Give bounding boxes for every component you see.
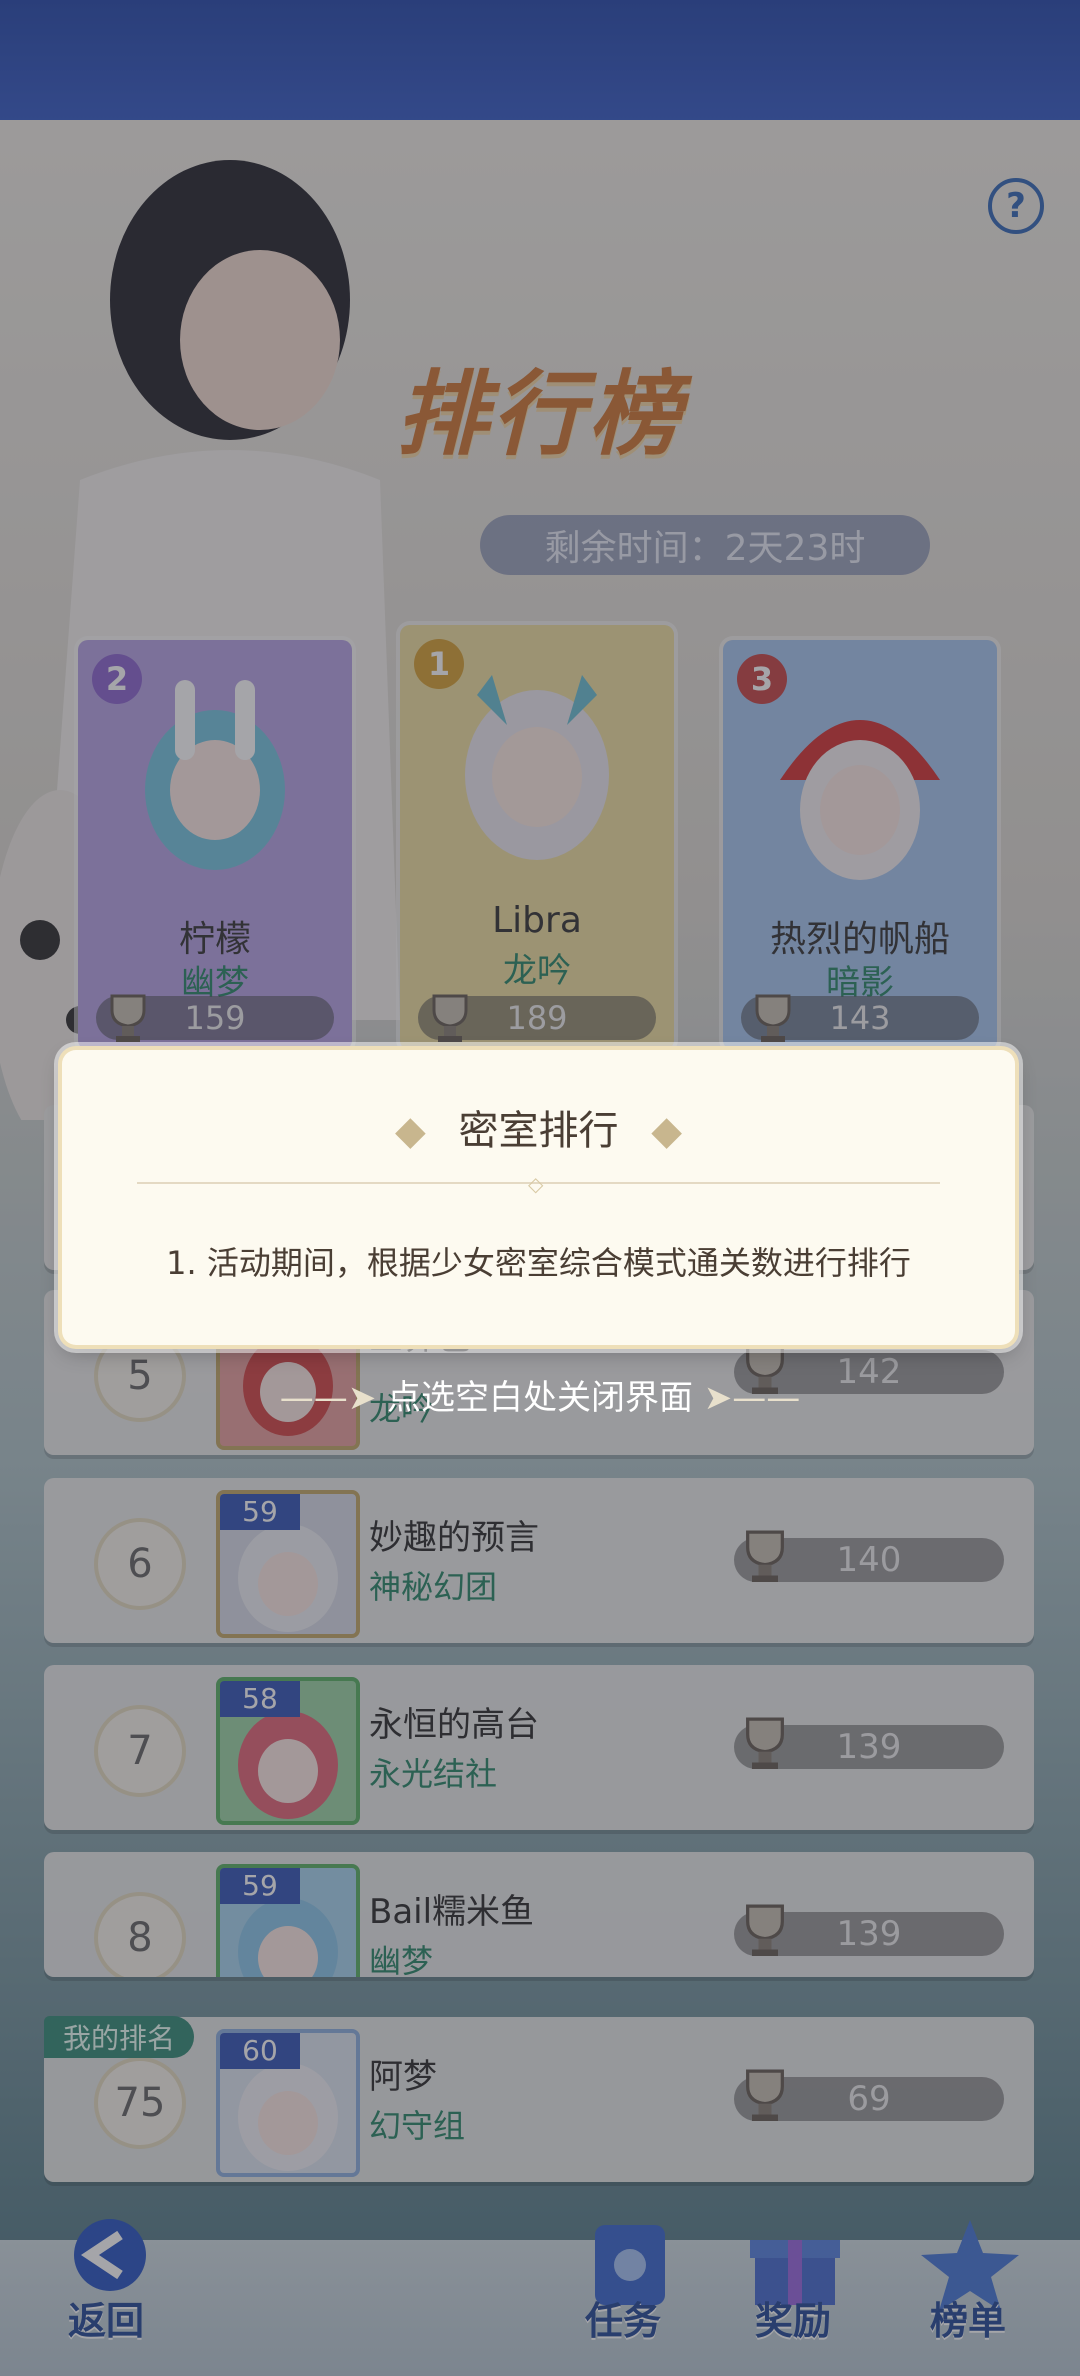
guild-name: 幽梦: [369, 1942, 434, 1977]
remaining-time: 剩余时间： 2天23时: [480, 515, 930, 575]
timer-colon: ：: [688, 528, 725, 569]
close-hint[interactable]: ——➤ 点选空白处关闭界面 ➤——: [0, 1370, 1080, 1419]
diamond-left-icon: ◆: [395, 1108, 426, 1154]
character-portrait: [780, 720, 940, 880]
level-badge: 60: [220, 2033, 300, 2069]
diamond-right-icon: ◆: [651, 1108, 682, 1154]
level-badge: 58: [220, 1681, 300, 1717]
dialog-title: 密室排行: [458, 1108, 619, 1154]
podium-card-2[interactable]: 2 柠檬 幽梦 159: [78, 640, 352, 1050]
score-pill: 159: [96, 994, 334, 1042]
player-name: 阿梦: [369, 2057, 437, 2097]
table-row[interactable]: 8 59 Bail糯米鱼 幽梦 139: [44, 1852, 1034, 1977]
timer-label: 剩余时间: [544, 528, 689, 569]
level-badge: 59: [220, 1494, 300, 1530]
my-rank-tag: 我的排名: [44, 2016, 194, 2058]
player-name: Libra: [492, 900, 582, 941]
trophy-icon: [746, 1904, 784, 1956]
tasks-button[interactable]: 任务: [585, 2290, 661, 2345]
top-banner: [0, 0, 1080, 120]
table-row[interactable]: 6 59 妙趣的预言 神秘幻团 140: [44, 1478, 1034, 1643]
avatar[interactable]: 58: [216, 1677, 360, 1825]
trophy-icon: [746, 2069, 784, 2121]
page-title: 排行榜: [395, 361, 685, 468]
trophy-icon: [755, 994, 791, 1042]
score-value: 159: [184, 999, 246, 1037]
rank-number: 8: [94, 1892, 186, 1977]
character-portrait: [465, 675, 609, 860]
player-name: Bail糯米鱼: [369, 1892, 535, 1932]
close-hint-text: 点选空白处关闭界面: [386, 1378, 693, 1418]
avatar[interactable]: 60: [216, 2029, 360, 2177]
dialog-title-row: ◆ 密室排行 ◆: [62, 1098, 1015, 1156]
score-value: 143: [829, 999, 891, 1037]
podium-card-3[interactable]: 3 热烈的帆船 暗影 143: [723, 640, 997, 1050]
timer-value: 2天23时: [724, 528, 866, 569]
back-button[interactable]: 返回: [68, 2290, 144, 2345]
rank-number: 7: [94, 1705, 186, 1797]
player-name: 永恒的高台: [369, 1705, 539, 1745]
level-badge: 59: [220, 1868, 300, 1904]
arrow-left-icon: ➤——: [703, 1378, 801, 1418]
guild-name: 永光结社: [369, 1755, 498, 1793]
score-pill: 143: [741, 994, 979, 1042]
score-pill: 189: [418, 994, 656, 1042]
podium-card-1[interactable]: 1 Libra 龙吟 189: [400, 625, 674, 1050]
dialog-body: 1. 活动期间，根据少女密室综合模式通关数进行排行: [166, 1244, 911, 1282]
table-row[interactable]: 7 58 永恒的高台 永光结社 139: [44, 1665, 1034, 1830]
leaderboard-button[interactable]: 榜单: [930, 2290, 1006, 2345]
divider-ornament-icon: ◇: [528, 1172, 544, 1196]
character-portrait: [145, 680, 285, 870]
rules-dialog: ◆ 密室排行 ◆ ◇ 1. 活动期间，根据少女密室综合模式通关数进行排行: [62, 1050, 1015, 1345]
player-name: 妙趣的预言: [369, 1518, 539, 1558]
rank-number: 75: [94, 2057, 186, 2149]
avatar[interactable]: 59: [216, 1864, 360, 1977]
score-value: 189: [506, 999, 568, 1037]
trophy-icon: [746, 1717, 784, 1769]
help-icon[interactable]: ?: [988, 178, 1044, 234]
guild-name: 龙吟: [503, 951, 571, 991]
arrow-right-icon: ——➤: [279, 1378, 387, 1418]
guild-name: 幻守组: [369, 2107, 466, 2145]
rewards-button[interactable]: 奖励: [755, 2290, 831, 2345]
avatar[interactable]: 59: [216, 1490, 360, 1638]
trophy-icon: [110, 994, 146, 1042]
rank-number: 6: [94, 1518, 186, 1610]
trophy-icon: [432, 994, 468, 1042]
guild-name: 神秘幻团: [369, 1568, 498, 1606]
trophy-icon: [746, 1530, 784, 1582]
